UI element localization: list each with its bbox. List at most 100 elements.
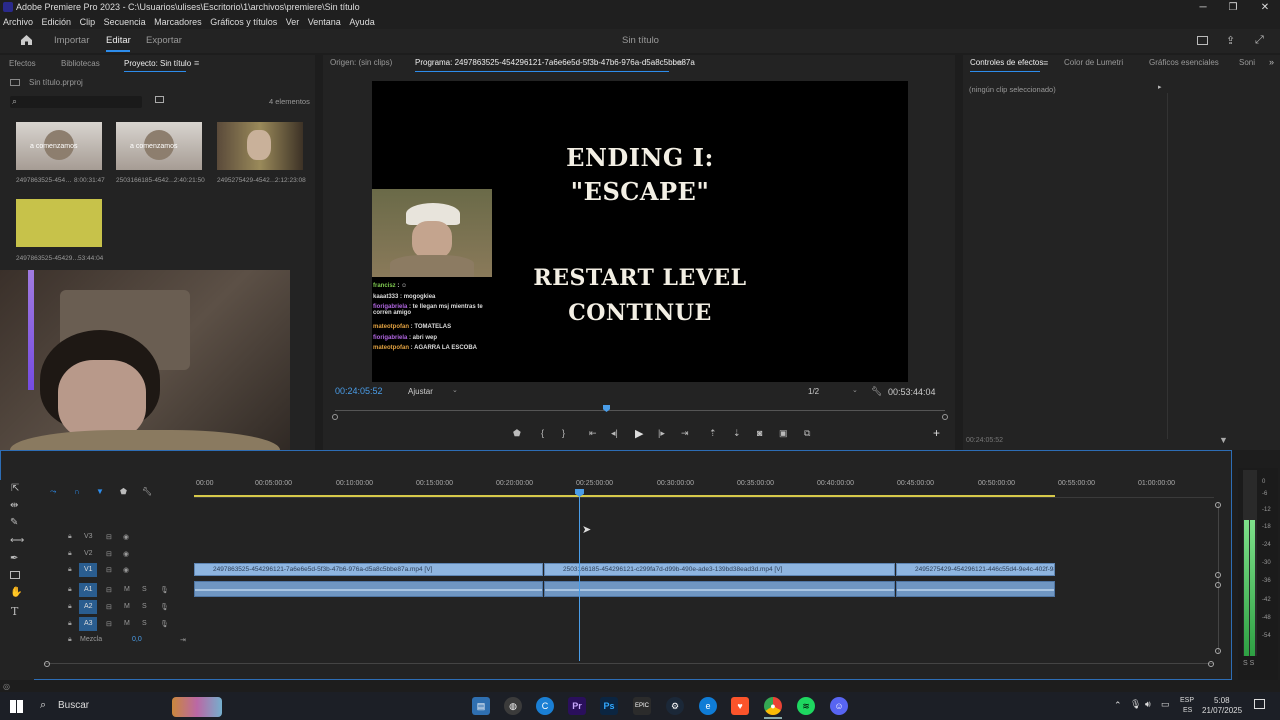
vscroll-handle[interactable]	[1215, 582, 1221, 588]
eye-icon[interactable]: ◉	[123, 550, 129, 558]
microphone-icon[interactable]: 🎙︎	[160, 586, 169, 594]
effects-panel-menu-icon[interactable]: ≡	[1043, 58, 1048, 68]
lock-icon[interactable]: 🔒︎	[68, 533, 72, 541]
selection-tool-icon[interactable]: ⇱	[11, 483, 19, 494]
lock-icon[interactable]: 🔒︎	[68, 586, 72, 594]
discord-icon[interactable]: ☺	[830, 697, 848, 715]
new-bin-icon[interactable]	[155, 96, 164, 103]
wrench-timeline-icon[interactable]: 🔧︎	[142, 487, 152, 496]
sync-lock-icon[interactable]: ⊟	[106, 586, 112, 594]
lock-icon[interactable]: 🔒︎	[68, 620, 72, 628]
tab-lumetri[interactable]: Color de Lumetri	[1064, 55, 1123, 71]
program-video-frame[interactable]: ENDING I: "ESCAPE" RESTART LEVEL CONTINU…	[372, 81, 908, 382]
close-button[interactable]: ✕	[1250, 0, 1280, 15]
sync-lock-icon[interactable]: ⊟	[106, 603, 112, 611]
ccleaner-icon[interactable]: C	[536, 697, 554, 715]
solo-button[interactable]: S	[142, 620, 147, 627]
timeline-horizontal-scroll[interactable]	[44, 663, 1214, 664]
audio-clip[interactable]	[544, 581, 895, 597]
tab-effect-controls[interactable]: Controles de efectos	[970, 55, 1043, 71]
mark-out-icon[interactable]: }	[562, 428, 565, 438]
add-marker-icon[interactable]: ⬟	[513, 428, 521, 439]
panel-layout-icon[interactable]	[1197, 36, 1208, 45]
add-marker-timeline-icon[interactable]: ▼	[96, 487, 104, 496]
extract-icon[interactable]: ⇣	[733, 428, 741, 439]
windows-start-icon[interactable]	[10, 700, 23, 713]
mute-button[interactable]: M	[124, 620, 130, 627]
steam-icon[interactable]: ⚙	[666, 697, 684, 715]
fullscreen-icon[interactable]: ⤢	[1255, 34, 1264, 47]
notification-icon[interactable]	[1254, 699, 1265, 709]
edge-icon[interactable]: e	[699, 697, 717, 715]
tab-bibliotecas[interactable]: Bibliotecas	[61, 56, 100, 72]
razor-tool-icon[interactable]: ✎	[10, 517, 18, 528]
clock-time[interactable]: 5:08	[1214, 696, 1230, 705]
play-icon[interactable]: ▶	[635, 427, 643, 440]
track-label[interactable]: A2	[84, 603, 93, 610]
sync-lock-icon[interactable]: ⊟	[106, 533, 112, 541]
meter-solo-labels[interactable]: S S	[1243, 660, 1254, 667]
solo-button[interactable]: S	[142, 603, 147, 610]
menu-ayuda[interactable]: Ayuda	[349, 15, 374, 29]
sync-lock-icon[interactable]: ⊟	[106, 550, 112, 558]
tab-editar[interactable]: Editar	[106, 35, 131, 46]
vr-icon[interactable]: ⧉	[804, 428, 810, 439]
scroll-end-handle[interactable]	[1208, 661, 1214, 667]
video-clip[interactable]: 2503166185-454296121-c299fa7d-d99b-490e-…	[544, 563, 895, 576]
track-label[interactable]: V2	[84, 550, 93, 557]
vscroll-handle[interactable]	[1215, 572, 1221, 578]
type-tool-icon[interactable]: T	[11, 605, 18, 618]
network-icon[interactable]: ▭	[1161, 699, 1170, 710]
taskbar-search[interactable]: Buscar	[58, 700, 89, 711]
go-to-end-icon[interactable]: ⇥	[180, 636, 186, 644]
epic-icon[interactable]: EPIC	[633, 697, 651, 715]
menu-clip[interactable]: Clip	[80, 15, 96, 29]
snap-icon[interactable]: ⤳	[50, 487, 56, 497]
tab-exportar[interactable]: Exportar	[146, 35, 182, 46]
lift-icon[interactable]: ⇡	[709, 428, 717, 439]
brave-icon[interactable]: ♥	[731, 697, 749, 715]
keyboard-lang[interactable]: ESP	[1180, 697, 1194, 704]
maximize-button[interactable]: ❐	[1218, 0, 1248, 15]
tab-program[interactable]: Programa: 2497863525-454296121-7a6e6e5d-…	[415, 55, 695, 71]
scrub-start-handle[interactable]	[332, 414, 338, 420]
filter-icon[interactable]: ▼	[1219, 435, 1228, 445]
video-clip[interactable]: 2495275429-454296121-446c55d4-9e4c-402f-…	[896, 563, 1055, 576]
go-to-in-icon[interactable]: ⇤	[589, 428, 597, 439]
program-timecode[interactable]: 00:24:05:52	[335, 386, 383, 396]
tab-source[interactable]: Origen: (sin clips)	[330, 55, 392, 71]
mix-value[interactable]: 0,0	[132, 636, 142, 643]
ripple-edit-tool-icon[interactable]: ⟷	[10, 535, 24, 546]
microphone-icon[interactable]: 🎙︎	[160, 603, 169, 611]
menu-secuencia[interactable]: Secuencia	[104, 15, 146, 29]
tab-sonido[interactable]: Soni	[1239, 55, 1255, 71]
menu-ver[interactable]: Ver	[286, 15, 300, 29]
mute-button[interactable]: M	[124, 603, 130, 610]
audio-clip[interactable]	[896, 581, 1055, 597]
timeline-vertical-scroll[interactable]	[1218, 503, 1219, 653]
tab-proyecto[interactable]: Proyecto: Sin título	[124, 56, 191, 72]
menu-graficos[interactable]: Gráficos y títulos	[210, 15, 277, 29]
fit-dropdown[interactable]: Ajustar	[408, 387, 433, 396]
solo-button[interactable]: S	[142, 586, 147, 593]
project-item-thumbnail[interactable]: a comenzamos	[116, 122, 202, 170]
scrub-end-handle[interactable]	[942, 414, 948, 420]
hand-tool-icon[interactable]: ✋	[10, 587, 22, 598]
program-panel-menu-icon[interactable]: ≡	[677, 58, 682, 68]
lock-icon[interactable]: 🔒︎	[68, 636, 72, 644]
marker-icon[interactable]: ⬟	[120, 487, 127, 496]
lock-icon[interactable]: 🔒︎	[68, 603, 72, 611]
project-item-thumbnail[interactable]	[217, 122, 303, 170]
eye-icon[interactable]: ◉	[123, 533, 129, 541]
speaker-icon[interactable]: 🔊︎	[1145, 699, 1151, 710]
photoshop-icon[interactable]: Ps	[600, 697, 618, 715]
track-label[interactable]: V3	[84, 533, 93, 540]
tab-graficos-esenciales[interactable]: Gráficos esenciales	[1149, 55, 1219, 71]
menu-ventana[interactable]: Ventana	[308, 15, 341, 29]
obs-icon[interactable]: ◍	[504, 697, 522, 715]
track-label[interactable]: V1	[84, 566, 93, 573]
chrome-icon[interactable]: ●	[764, 697, 782, 715]
step-forward-icon[interactable]: |▸	[658, 428, 665, 439]
files-icon[interactable]: ▤	[472, 697, 490, 715]
step-back-icon[interactable]: ◂|	[611, 428, 618, 439]
